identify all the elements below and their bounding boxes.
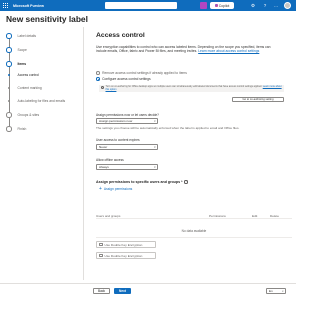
step-label: Finish	[17, 126, 27, 131]
footer-divider	[0, 283, 296, 284]
learn-more-link[interactable]: Learn more about access control settings	[198, 49, 259, 53]
go-to-coauthoring-button[interactable]: Go to co-authoring setting	[232, 97, 284, 102]
step-access-control[interactable]: Access control	[6, 73, 39, 77]
assign-permissions-select[interactable]: Assign permissions now ▾	[96, 118, 158, 124]
assign-hint: The settings you choose will be automati…	[96, 126, 240, 130]
col-users[interactable]: Users and groups	[96, 214, 120, 218]
step-finish[interactable]: Finish	[6, 126, 26, 132]
chevron-down-icon: ▾	[154, 146, 156, 149]
avatar[interactable]	[284, 2, 291, 9]
chevron-down-icon: ▾	[154, 120, 156, 123]
step-label: Items	[17, 61, 27, 66]
substep-dot	[7, 73, 10, 77]
checkbox-label: Use Double Key Encryption	[104, 242, 143, 247]
back-button[interactable]: Back	[93, 288, 110, 294]
radio-label: Configure access control settings	[102, 77, 151, 81]
info-text: Turn on co-authoring for Office desktop …	[105, 84, 283, 92]
step-label: Groups & sites	[17, 112, 40, 117]
step-dot	[6, 61, 12, 67]
checkbox-double-key-alt[interactable]: Use Double Key Encryption	[96, 252, 156, 259]
substep-dot	[7, 86, 10, 90]
radio-circle	[96, 77, 100, 81]
checkbox	[99, 253, 103, 258]
section-title-text: Assign permissions to specific users and…	[96, 180, 183, 184]
permissions-section-title: Assign permissions to specific users and…	[96, 180, 188, 184]
checkbox	[99, 242, 103, 247]
offline-field-label: Allow offline access	[96, 158, 124, 162]
select-value: Assign permissions now	[99, 119, 133, 123]
substep-dot	[7, 99, 10, 103]
table-divider	[96, 237, 292, 238]
plus-icon: +	[99, 186, 102, 192]
step-auto-labeling[interactable]: Auto-labeling for files and emails	[6, 99, 65, 103]
assign-permissions-link[interactable]: + Assign permissions	[99, 186, 133, 192]
next-button[interactable]: Next	[114, 288, 131, 294]
col-delete[interactable]: Delete	[270, 214, 279, 218]
step-label: Access control	[17, 73, 39, 77]
step-items[interactable]: Items	[6, 61, 26, 67]
chevron-down-icon: ▾	[282, 290, 284, 293]
step-scope[interactable]: Scope	[6, 47, 27, 53]
gear-icon[interactable]: ⚙	[250, 3, 256, 9]
chevron-down-icon: ▾	[154, 166, 156, 169]
d-badge[interactable]	[200, 2, 207, 9]
select-value: Never	[99, 145, 108, 149]
table-empty-text: No data available	[181, 229, 207, 233]
step-label: Label details	[17, 33, 37, 38]
checkbox-label: Use Double Key Encryption	[104, 253, 143, 258]
copilot-button[interactable]: Copilot	[210, 2, 234, 9]
radio-label: Remove access control settings if alread…	[102, 71, 187, 75]
intro-text: Use encryption capabilities to control w…	[96, 45, 281, 54]
radio-remove-access[interactable]: Remove access control settings if alread…	[96, 71, 187, 75]
step-dot	[6, 112, 12, 118]
select-value: Always	[99, 165, 109, 169]
expire-select[interactable]: Never ▾	[96, 144, 158, 150]
link-label: Assign permissions	[103, 187, 133, 191]
app-launcher-icon[interactable]	[3, 2, 9, 9]
offline-select[interactable]: Always ▾	[96, 164, 158, 170]
col-permissions[interactable]: Permissions	[209, 214, 226, 218]
step-label: Auto-labeling for files and emails	[17, 99, 66, 103]
expire-field-label: User access to content expires	[96, 138, 140, 142]
select-value: En	[269, 289, 273, 293]
info-body: Turn on co-authoring for Office desktop …	[105, 84, 263, 88]
step-content-marking[interactable]: Content marking	[6, 86, 42, 90]
assign-field-label: Assign permissions now or let users deci…	[96, 113, 159, 117]
copilot-label: Copilot	[218, 3, 230, 8]
main-content: Access control Use encryption capabiliti…	[96, 27, 292, 310]
question-icon[interactable]: ?	[262, 3, 268, 9]
step-dot	[6, 33, 12, 39]
step-dot	[6, 47, 12, 53]
step-groups-sites[interactable]: Groups & sites	[6, 112, 39, 118]
page-title: New sensitivity label	[6, 14, 88, 24]
more-icon[interactable]: …	[273, 3, 279, 9]
section-heading: Access control	[96, 32, 145, 39]
step-dot	[6, 126, 12, 132]
step-label: Scope	[17, 47, 27, 52]
step-label-details[interactable]: Label details	[6, 33, 36, 39]
info-icon: i	[100, 85, 104, 89]
copilot-icon	[214, 4, 218, 7]
step-label: Content marking	[17, 86, 42, 90]
app-name[interactable]: Microsoft Purview	[13, 4, 44, 8]
info-icon[interactable]: ?	[184, 180, 188, 184]
radio-configure-access[interactable]: Configure access control settings	[96, 77, 151, 81]
info-banner: i Turn on co-authoring for Office deskto…	[99, 85, 284, 92]
col-edit[interactable]: Edit	[252, 214, 257, 218]
permissions-table-header: Users and groups Permissions Edit Delete	[96, 212, 292, 219]
search-input[interactable]	[105, 2, 177, 9]
language-select[interactable]: En ▾	[266, 288, 286, 294]
checkbox-double-key[interactable]: Use Double Key Encryption	[96, 241, 156, 248]
radio-circle	[96, 71, 100, 75]
